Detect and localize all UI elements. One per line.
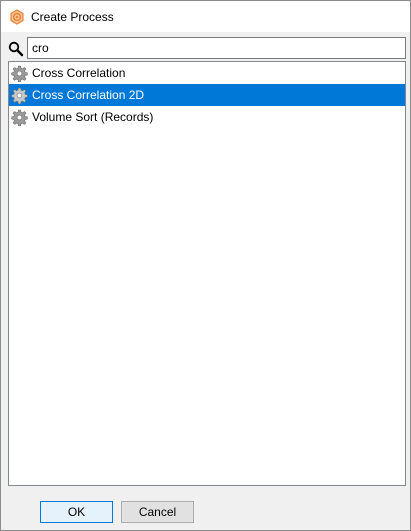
list-item[interactable]: Volume Sort (Records) <box>9 106 405 128</box>
gear-icon <box>11 65 28 82</box>
create-process-dialog: Create Process Cross Correlation <box>0 0 411 531</box>
list-item[interactable]: Cross Correlation <box>9 62 405 84</box>
list-item-label: Cross Correlation 2D <box>32 88 145 102</box>
cancel-button[interactable]: Cancel <box>121 501 194 523</box>
list-item-label: Cross Correlation <box>32 66 126 80</box>
process-app-icon <box>9 8 25 25</box>
process-list[interactable]: Cross Correlation Cross Correlation 2D V… <box>8 61 406 486</box>
title-bar[interactable]: Create Process <box>1 1 410 32</box>
gear-icon <box>11 87 28 104</box>
window-title: Create Process <box>31 9 114 24</box>
search-input[interactable] <box>27 37 406 59</box>
search-icon <box>8 41 24 57</box>
search-row <box>1 37 410 59</box>
gear-icon <box>11 109 28 126</box>
list-item-label: Volume Sort (Records) <box>32 110 154 124</box>
list-item[interactable]: Cross Correlation 2D <box>9 84 405 106</box>
ok-button[interactable]: OK <box>40 501 113 523</box>
